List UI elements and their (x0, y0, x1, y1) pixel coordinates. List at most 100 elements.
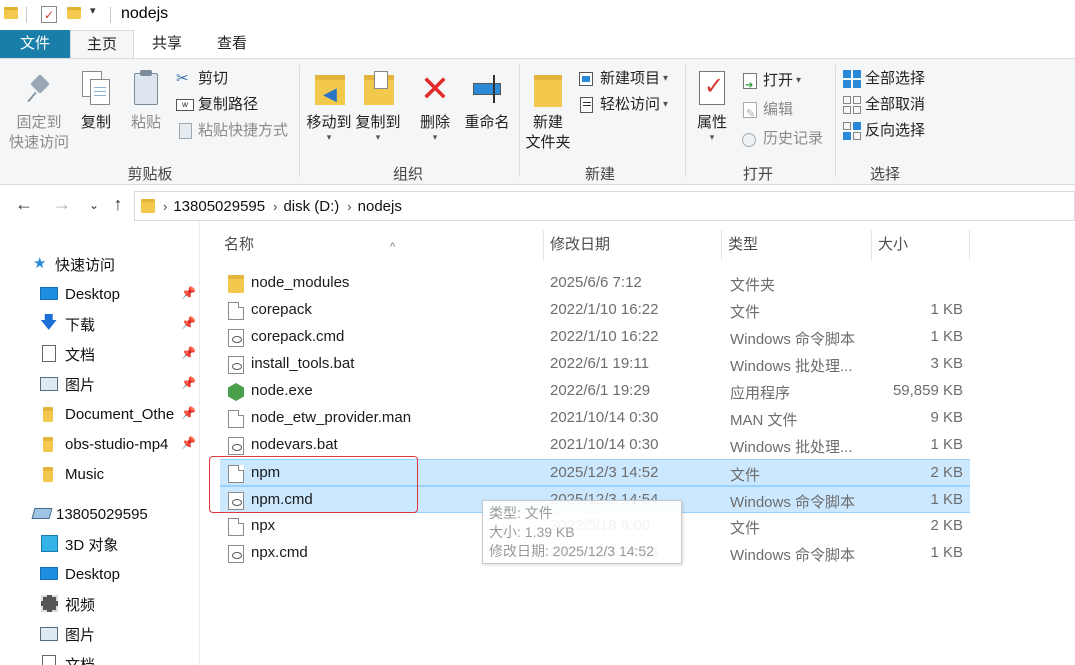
file-size: 1 KB (930, 328, 963, 345)
copy-path-button[interactable]: w 复制路径 (176, 94, 258, 116)
tab-file[interactable]: 文件 (0, 30, 70, 58)
sidebar-item-pictures[interactable]: 图片 📌 (0, 369, 200, 399)
divider (26, 7, 27, 23)
sidebar-item-documents[interactable]: 文档 (0, 649, 200, 665)
folder-icon (228, 275, 244, 293)
address-bar[interactable]: › 13805029595 › disk (D:) › nodejs (134, 191, 1075, 221)
file-type: 文件 (730, 304, 761, 321)
breadcrumb-pc[interactable]: 13805029595 (173, 198, 265, 215)
sidebar-item-label: 13805029595 (56, 505, 148, 523)
open-button[interactable]: ➜ 打开 ▾ (741, 70, 801, 92)
pin-icon: 📌 (181, 286, 196, 300)
move-to-icon: ◀ (311, 69, 347, 109)
breadcrumb-nodejs[interactable]: nodejs (358, 198, 402, 215)
copy-label: 复制 (80, 114, 111, 131)
open-label: 打开 (763, 72, 794, 89)
back-arrow-icon[interactable]: ← (14, 194, 34, 215)
rename-button[interactable]: 重命名 (461, 69, 513, 133)
column-header-label: 类型 (728, 236, 759, 253)
properties-button[interactable]: ✓ 属性 ▾ (690, 69, 734, 142)
file-size: 59,859 KB (892, 382, 963, 399)
easy-access-button[interactable]: 轻松访问 ▾ (578, 94, 668, 116)
breadcrumb-disk[interactable]: disk (D:) (283, 198, 339, 215)
new-folder-icon[interactable] (67, 7, 81, 19)
sidebar-item-label: 下载 (65, 316, 96, 334)
sidebar-item-desktop[interactable]: Desktop (0, 559, 200, 589)
pin-to-quick-access-button[interactable]: 固定到 快速访问 (4, 69, 74, 153)
sidebar-item-this-pc[interactable]: 13805029595 (0, 499, 200, 529)
forward-arrow-icon[interactable]: → (52, 194, 72, 215)
sidebar-item-pictures[interactable]: 图片 (0, 619, 200, 649)
move-to-button[interactable]: ◀ 移动到 ▾ (304, 69, 354, 142)
sidebar-item-folder[interactable]: Document_Othe 📌 (0, 399, 200, 429)
navigation-bar: ← → ⌄ ↑ › 13805029595 › disk (D:) › node… (0, 190, 1075, 222)
sidebar-item-folder[interactable]: obs-studio-mp4 📌 (0, 429, 200, 459)
edit-button[interactable]: ✎ 编辑 (741, 99, 793, 121)
file-name: node_etw_provider.man (251, 409, 412, 426)
sidebar-item-downloads[interactable]: 🡇 下载 📌 (0, 309, 200, 339)
file-date: 2022/1/10 16:22 (550, 328, 659, 345)
sidebar-item-music[interactable]: Music (0, 459, 200, 489)
sidebar-item-label: Desktop (65, 285, 121, 303)
select-all-button[interactable]: 全部选择 (843, 68, 925, 90)
file-name: npx.cmd (251, 544, 308, 561)
table-row[interactable]: corepack.cmd 2022/1/10 16:22 Windows 命令脚本 1… (220, 324, 970, 351)
table-row[interactable]: nodevars.bat 2021/10/14 0:30 Windows 批处理..… (220, 432, 970, 459)
file-name: node_modules (251, 274, 350, 291)
column-header-name[interactable]: 名称 ^ (218, 230, 544, 260)
invert-selection-button[interactable]: 反向选择 (843, 120, 925, 142)
tooltip-type: 类型: 文件 (489, 505, 553, 521)
paste-button[interactable]: 粘贴 (126, 69, 166, 133)
properties-check-icon[interactable]: ✓ (41, 6, 57, 23)
table-row[interactable]: corepack 2022/1/10 16:22 文件 1 KB (220, 297, 970, 324)
up-arrow-icon[interactable]: ↑ (108, 194, 128, 215)
select-none-icon (843, 96, 861, 114)
column-header-date[interactable]: 修改日期 (544, 230, 722, 260)
history-button[interactable]: 历史记录 (741, 128, 823, 150)
copy-button[interactable]: 复制 (76, 69, 116, 133)
tab-view[interactable]: 查看 (200, 30, 264, 58)
recent-locations-chevron-icon[interactable]: ⌄ (84, 198, 104, 212)
paste-shortcut-button[interactable]: 粘贴快捷方式 (176, 120, 288, 142)
tooltip-date: 修改日期: 2025/12/3 14:52 (489, 543, 654, 559)
file-date: 2022/6/1 19:11 (550, 355, 649, 372)
column-header-size[interactable]: 大小 (872, 230, 970, 260)
table-row[interactable]: node_etw_provider.man 2021/10/14 0:30 MAN … (220, 405, 970, 432)
paste-icon (128, 69, 164, 109)
column-header-type[interactable]: 类型 (722, 230, 872, 260)
script-icon (228, 545, 244, 563)
delete-button[interactable]: ✕ 删除 ▾ (415, 69, 455, 142)
select-none-button[interactable]: 全部取消 (843, 94, 925, 116)
cut-label: 剪切 (198, 70, 229, 87)
scissors-icon: ✂ (176, 70, 189, 87)
table-row[interactable]: node.exe 2022/6/1 19:29 应用程序 59,859 KB (220, 378, 970, 405)
pin-icon: 📌 (181, 406, 196, 420)
rename-label: 重命名 (464, 114, 510, 131)
new-item-button[interactable]: 新建项目 ▾ (578, 68, 668, 90)
tab-home[interactable]: 主页 (70, 30, 134, 58)
properties-label: 属性 (696, 114, 727, 131)
sidebar-item-3d-objects[interactable]: 3D 对象 (0, 529, 200, 559)
column-header-label: 大小 (878, 236, 909, 253)
pin-icon (21, 69, 57, 109)
sidebar-item-quick-access[interactable]: ★ 快速访问 (0, 249, 200, 279)
pin-icon: 📌 (181, 346, 196, 360)
file-date: 2021/10/14 0:30 (550, 436, 659, 453)
cut-button[interactable]: ✂ 剪切 (176, 68, 228, 90)
table-row[interactable]: node_modules 2025/6/6 7:12 文件夹 (220, 270, 970, 297)
tab-share[interactable]: 共享 (136, 30, 198, 58)
sidebar-item-label: Document_Othe (65, 405, 175, 423)
file-date: 2022/1/10 16:22 (550, 301, 659, 318)
sidebar-item-desktop[interactable]: Desktop 📌 (0, 279, 200, 309)
copy-to-button[interactable]: 复制到 ▾ (353, 69, 403, 142)
customize-toolbar-chevron-icon[interactable]: ▾ (90, 4, 96, 17)
table-row[interactable]: install_tools.bat 2022/6/1 19:11 Windows 批… (220, 351, 970, 378)
paste-label: 粘贴 (130, 114, 161, 131)
script-icon (228, 356, 244, 374)
tooltip-size: 大小: 1.39 KB (489, 524, 575, 540)
new-folder-button[interactable]: 新建 文件夹 (522, 69, 574, 153)
sidebar-item-label: 文档 (65, 346, 96, 364)
sidebar-item-videos[interactable]: 视频 (0, 589, 200, 619)
sidebar-item-documents[interactable]: 文档 📌 (0, 339, 200, 369)
edit-icon: ✎ (741, 101, 759, 120)
